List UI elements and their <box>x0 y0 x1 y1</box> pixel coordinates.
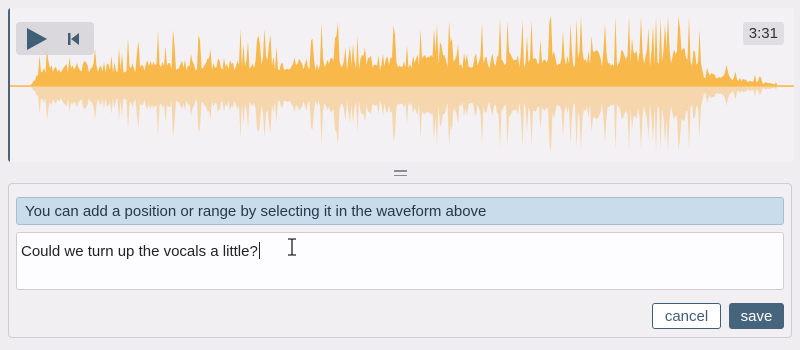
text-cursor-icon <box>288 238 296 256</box>
comment-panel: You can add a position or range by selec… <box>8 183 792 338</box>
skip-to-start-icon[interactable] <box>67 31 81 47</box>
cancel-button[interactable]: cancel <box>652 303 721 329</box>
transport-controls <box>16 22 94 55</box>
playhead <box>8 8 10 162</box>
duration-label: 3:31 <box>742 22 784 45</box>
text-caret <box>258 242 260 259</box>
comment-editor: 3:31 You can add a position or range by … <box>0 0 800 350</box>
selection-hint: You can add a position or range by selec… <box>16 197 784 225</box>
grip-line <box>394 174 407 176</box>
waveform[interactable] <box>8 8 794 162</box>
waveform-reflection <box>8 86 794 151</box>
waveform-panel[interactable]: 3:31 <box>8 8 794 162</box>
waveform-upper <box>8 16 794 86</box>
save-button[interactable]: save <box>729 303 784 329</box>
comment-text: Could we turn up the vocals a little? <box>21 243 258 260</box>
resize-handle[interactable] <box>394 170 407 178</box>
play-icon[interactable] <box>24 27 50 51</box>
comment-textarea[interactable]: Could we turn up the vocals a little? <box>16 232 784 290</box>
grip-line <box>394 170 407 172</box>
